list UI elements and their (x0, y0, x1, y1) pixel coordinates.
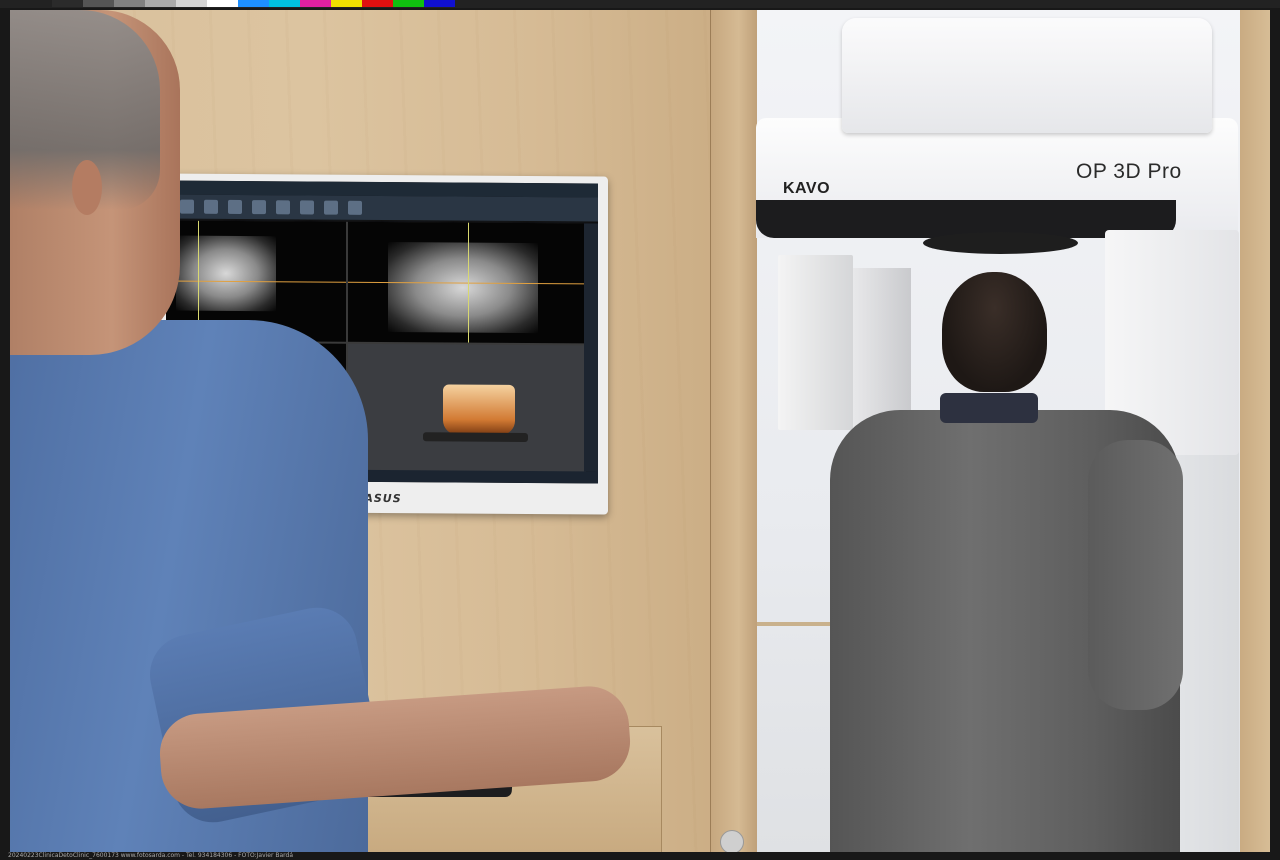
notification-toast (423, 432, 528, 443)
color-swatch (176, 0, 207, 7)
color-swatch (207, 0, 238, 7)
viewport-sagittal (348, 221, 586, 344)
software-toolbar (166, 194, 598, 223)
scanner-brand-label: KAVO (783, 180, 831, 197)
side-toolbar (584, 223, 598, 472)
photo-caption: 20240223ClinicaDetoClinic_7600173 www.fo… (8, 852, 293, 859)
color-swatch (393, 0, 424, 7)
viewport-3d-render (348, 343, 586, 474)
color-swatch (52, 0, 83, 7)
color-calibration-bar (0, 0, 1280, 8)
rotation-disc (923, 232, 1078, 254)
color-swatch (424, 0, 455, 7)
color-swatches (52, 0, 455, 7)
sensor-panel (778, 255, 853, 430)
right-door-frame (1240, 10, 1270, 852)
color-swatch (269, 0, 300, 7)
patient-arm (1088, 440, 1183, 710)
photo-frame: KAVO OP 3D Pro ASUS 20240223ClinicaDetoC… (0, 0, 1280, 860)
color-swatch (331, 0, 362, 7)
color-swatch (362, 0, 393, 7)
color-swatch (114, 0, 145, 7)
patient-collar (940, 393, 1038, 423)
patient-head (942, 272, 1047, 392)
door-frame (710, 10, 757, 852)
scanner-model-label: OP 3D Pro (1076, 160, 1182, 183)
photograph: KAVO OP 3D Pro ASUS (10, 10, 1270, 852)
doctor-ear (72, 160, 102, 215)
color-swatch (238, 0, 269, 7)
scanner-head-unit (842, 18, 1212, 133)
color-swatch (300, 0, 331, 7)
door-handle (720, 830, 744, 852)
sensor-panel-inner (853, 268, 911, 430)
color-swatch (145, 0, 176, 7)
3d-jaw-render (443, 384, 515, 435)
color-swatch (83, 0, 114, 7)
